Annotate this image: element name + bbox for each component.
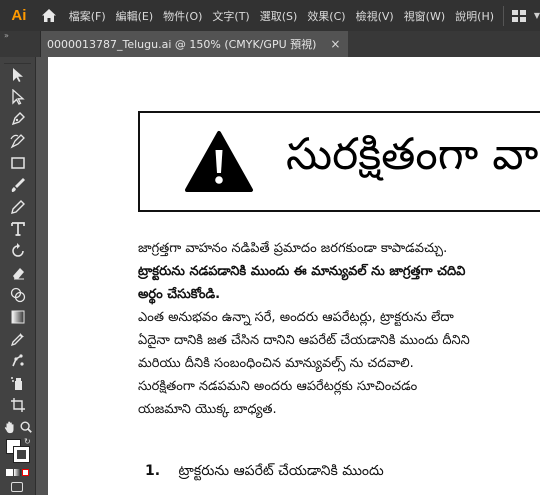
menu-item[interactable]: 文字(T) xyxy=(207,8,254,24)
app-logo: Ai xyxy=(11,7,27,24)
gradient-tool-icon[interactable] xyxy=(8,307,28,327)
toolbar-collapse-button[interactable]: » xyxy=(0,31,36,41)
section-number: 1. xyxy=(145,463,161,479)
type-tool-icon[interactable] xyxy=(8,219,28,239)
menu-item[interactable]: 選取(S) xyxy=(255,8,303,24)
rectangle-tool-icon[interactable] xyxy=(8,153,28,173)
shape-builder-tool-icon[interactable] xyxy=(8,285,28,305)
warning-icon xyxy=(185,131,253,192)
gradient-mode-icon[interactable] xyxy=(14,469,21,476)
warning-title: సురక్షితంగా వా xyxy=(286,129,539,180)
stroke-swatch[interactable] xyxy=(13,446,30,463)
swap-colors-icon[interactable]: ↻ xyxy=(24,437,31,446)
document-tab[interactable]: 0000013787_Telugu.ai @ 150% (CMYK/GPU 預視… xyxy=(40,31,349,57)
menu-item[interactable]: 編輯(E) xyxy=(111,8,159,24)
artboard[interactable]: సురక్షితంగా వా జాగ్రత్తగా వాహనం నడిపితే … xyxy=(48,57,540,495)
warning-banner: సురక్షితంగా వా xyxy=(138,111,540,212)
eraser-tool-icon[interactable] xyxy=(8,263,28,283)
section-title: ట్రాక్టరును ఆపరేట్ చేయడానికి ముందు xyxy=(178,463,384,479)
body-paragraph: జాగ్రత్తగా వాహనం నడిపితే ప్రమాదం జరగకుండ… xyxy=(138,237,538,421)
section-heading: 1. ట్రాక్టరును ఆపరేట్ చేయడానికి ముందు xyxy=(145,463,384,482)
pencil-tool-icon[interactable] xyxy=(8,197,28,217)
tools-panel: ↻ xyxy=(0,57,36,495)
selection-tool-icon[interactable] xyxy=(8,65,28,85)
workspace-switcher-button[interactable] xyxy=(504,0,534,31)
menu-item[interactable]: 說明(H) xyxy=(450,8,499,24)
canvas-area[interactable]: సురక్షితంగా వా జాగ్రత్తగా వాహనం నడిపితే … xyxy=(37,57,540,495)
puppet-warp-tool-icon[interactable] xyxy=(8,351,28,371)
color-mode-icon[interactable] xyxy=(6,469,13,476)
eyedropper-tool-icon[interactable] xyxy=(8,329,28,349)
body-line: అర్థం చేసుకోండి. xyxy=(138,287,221,302)
draw-mode-icon[interactable] xyxy=(11,482,23,492)
home-icon xyxy=(41,9,56,22)
body-line: సురక్షితంగా నడపమని అందరు ఆపరేటర్లకు సూచి… xyxy=(138,379,418,394)
curvature-tool-icon[interactable] xyxy=(8,131,28,151)
menu-bar: Ai 檔案(F) 編輯(E) 物件(O) 文字(T) 選取(S) 效果(C) 檢視(V) 視窗… xyxy=(0,0,540,31)
panel-grip[interactable] xyxy=(4,57,31,64)
body-line: జాగ్రత్తగా వాహనం నడిపితే ప్రమాదం జరగకుండ… xyxy=(138,241,448,256)
body-line: యజమాని యొక్క బాధ్యత. xyxy=(138,402,277,417)
body-line: ట్రాక్టరును నడపడానికి ముందు ఈ మాన్యువల్ … xyxy=(138,264,466,279)
none-mode-icon[interactable] xyxy=(22,469,29,476)
menu-item[interactable]: 效果(C) xyxy=(302,8,350,24)
close-icon[interactable]: × xyxy=(330,37,340,51)
menu-item[interactable]: 視窗(W) xyxy=(399,8,450,24)
menu-item[interactable]: 物件(O) xyxy=(158,8,207,24)
symbol-sprayer-tool-icon[interactable] xyxy=(8,373,28,393)
zoom-tool-icon[interactable] xyxy=(19,417,33,437)
artboard-tool-icon[interactable] xyxy=(8,395,28,415)
menu-item[interactable]: 檢視(V) xyxy=(351,8,399,24)
rotate-tool-icon[interactable] xyxy=(8,241,28,261)
menu-item[interactable]: 檔案(F) xyxy=(64,8,111,24)
home-button[interactable] xyxy=(34,0,64,31)
document-tab-title: 0000013787_Telugu.ai @ 150% (CMYK/GPU 預視… xyxy=(47,38,317,51)
pen-tool-icon[interactable] xyxy=(8,109,28,129)
paintbrush-tool-icon[interactable] xyxy=(8,175,28,195)
chevron-down-icon[interactable]: ▼ xyxy=(534,11,540,20)
body-line: ఎంత అనుభవం ఉన్నా సరే, అందరు ఆపరేటర్లు, ట… xyxy=(138,310,454,325)
grid-icon xyxy=(511,9,526,22)
body-line: మరియు దీనికి సంబంధించిన మాన్యువల్స్ ను చ… xyxy=(138,356,414,371)
direct-selection-tool-icon[interactable] xyxy=(8,87,28,107)
body-line: ఏదైనా దానికి జత చేసిన దానిని ఆపరేట్ చేయడ… xyxy=(138,333,470,348)
hand-tool-icon[interactable] xyxy=(3,417,17,437)
